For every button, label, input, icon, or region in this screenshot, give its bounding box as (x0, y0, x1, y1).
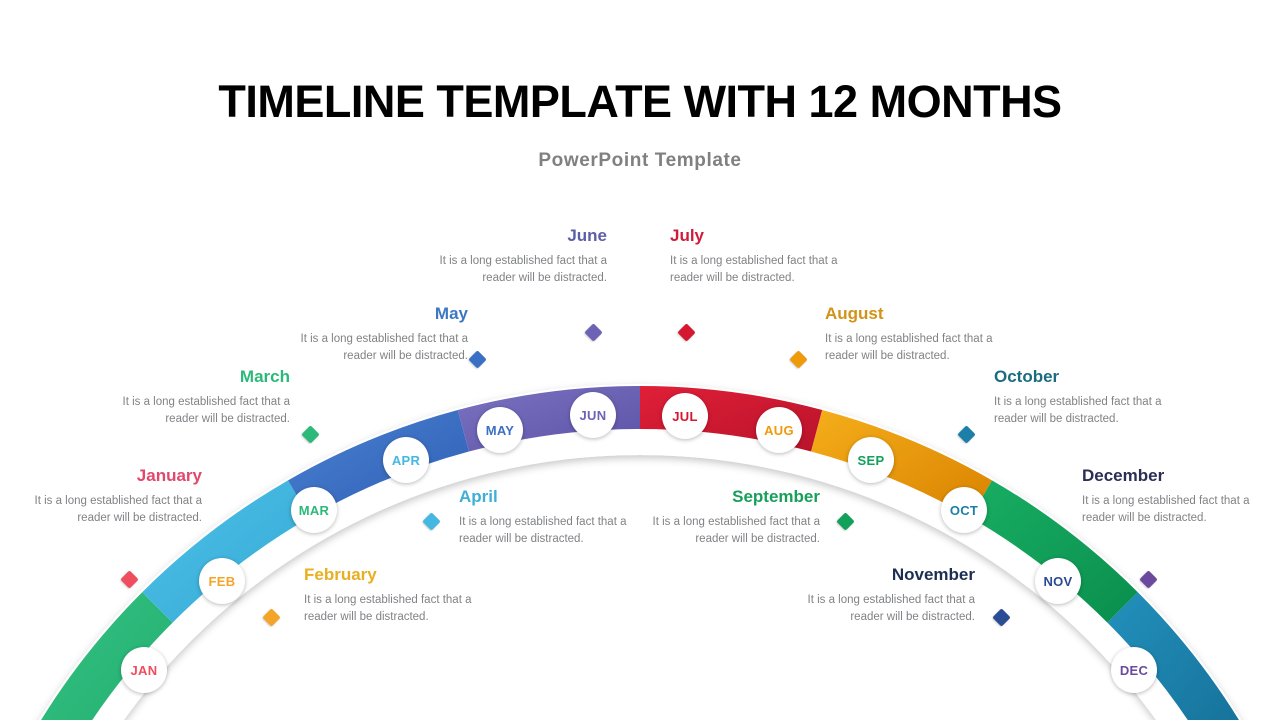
diamond-marker-may (467, 349, 487, 369)
month-badge-label: NOV (1043, 573, 1073, 589)
month-badge-label: DEC (1119, 662, 1149, 678)
month-name: August (825, 304, 884, 323)
month-description: It is a long established fact that a rea… (825, 333, 993, 362)
month-badge-label: JUN (579, 407, 607, 423)
month-badge-feb[interactable]: FEB (199, 558, 245, 604)
page-title: TIMELINE TEMPLATE WITH 12 MONTHS (218, 76, 1062, 127)
month-name: November (891, 565, 975, 584)
month-badge-label: AUG (764, 422, 794, 438)
month-name: April (459, 487, 498, 506)
month-badge-mar[interactable]: MAR (291, 487, 337, 533)
diamond-marker-sep (835, 511, 855, 531)
month-badge-apr[interactable]: APR (383, 437, 429, 483)
diamond-marker-jul (676, 322, 696, 342)
month-callout-jul[interactable]: July It is a long established fact that a… (670, 226, 850, 286)
diamond-marker-dec (1138, 569, 1158, 589)
month-description: It is a long established fact that a rea… (1082, 495, 1250, 524)
month-name: September (732, 487, 820, 506)
arc-segments (41, 386, 1239, 720)
month-callout-nov[interactable]: November It is a long established fact th… (795, 565, 976, 625)
month-badge-label: JAN (130, 662, 158, 678)
month-name: October (994, 367, 1060, 386)
month-callout-mar[interactable]: March It is a long established fact that … (110, 367, 291, 427)
month-callout-feb[interactable]: February It is a long established fact th… (304, 565, 484, 625)
month-badge-dec[interactable]: DEC (1111, 647, 1157, 693)
month-description: It is a long established fact that a rea… (34, 495, 203, 524)
diamond-marker-jan (119, 569, 139, 589)
month-badge-label: OCT (949, 502, 979, 518)
month-name: July (670, 226, 705, 245)
month-badge-label: MAR (298, 502, 330, 518)
month-badge-label: JUL (672, 408, 698, 424)
diamond-marker-mar (300, 424, 320, 444)
month-callout-apr[interactable]: April It is a long established fact that … (459, 487, 639, 547)
month-badge-oct[interactable]: OCT (941, 487, 987, 533)
month-description: It is a long established fact that a rea… (994, 396, 1162, 425)
month-description: It is a long established fact that a rea… (652, 516, 821, 545)
month-badge-jul[interactable]: JUL (662, 393, 708, 439)
month-callout-dec[interactable]: December It is a long established fact th… (1082, 466, 1262, 526)
month-callout-oct[interactable]: October It is a long established fact tha… (994, 367, 1174, 427)
month-badge-jun[interactable]: JUN (570, 392, 616, 438)
month-description: It is a long established fact that a rea… (304, 594, 472, 623)
month-badge-label: SEP (857, 452, 885, 468)
diamond-marker-apr (421, 511, 441, 531)
month-name: May (434, 304, 468, 323)
month-badge-may[interactable]: MAY (477, 407, 523, 453)
month-description: It is a long established fact that a rea… (807, 594, 976, 623)
diamond-marker-feb (261, 607, 281, 627)
month-callout-jun[interactable]: June It is a long established fact that a… (427, 226, 608, 286)
diamond-marker-nov (991, 607, 1011, 627)
month-badge-label: APR (391, 452, 421, 468)
month-badge-aug[interactable]: AUG (756, 407, 802, 453)
diamond-marker-oct (956, 424, 976, 444)
month-name: March (239, 367, 290, 386)
month-badge-sep[interactable]: SEP (848, 437, 894, 483)
month-description: It is a long established fact that a rea… (439, 255, 608, 284)
month-name: December (1082, 466, 1165, 485)
month-description: It is a long established fact that a rea… (122, 396, 291, 425)
month-description: It is a long established fact that a rea… (670, 255, 838, 284)
month-description: It is a long established fact that a rea… (300, 333, 469, 362)
month-badge-label: MAY (485, 422, 515, 438)
month-callout-aug[interactable]: August It is a long established fact that… (825, 304, 1005, 364)
month-callout-may[interactable]: May It is a long established fact that a … (288, 304, 469, 364)
month-callout-jan[interactable]: January It is a long established fact tha… (22, 466, 203, 526)
month-description: It is a long established fact that a rea… (459, 516, 627, 545)
month-badge-nov[interactable]: NOV (1035, 558, 1081, 604)
diamond-marker-jun (583, 322, 603, 342)
diamond-marker-aug (788, 349, 808, 369)
month-badge-label: FEB (208, 573, 236, 589)
month-callout-sep[interactable]: September It is a long established fact t… (640, 487, 821, 547)
month-name: January (136, 466, 202, 485)
timeline-slide: TIMELINE TEMPLATE WITH 12 MONTHS PowerPo… (0, 0, 1280, 720)
month-name: June (567, 226, 607, 245)
month-badge-jan[interactable]: JAN (121, 647, 167, 693)
month-name: February (304, 565, 377, 584)
page-subtitle: PowerPoint Template (538, 150, 742, 171)
